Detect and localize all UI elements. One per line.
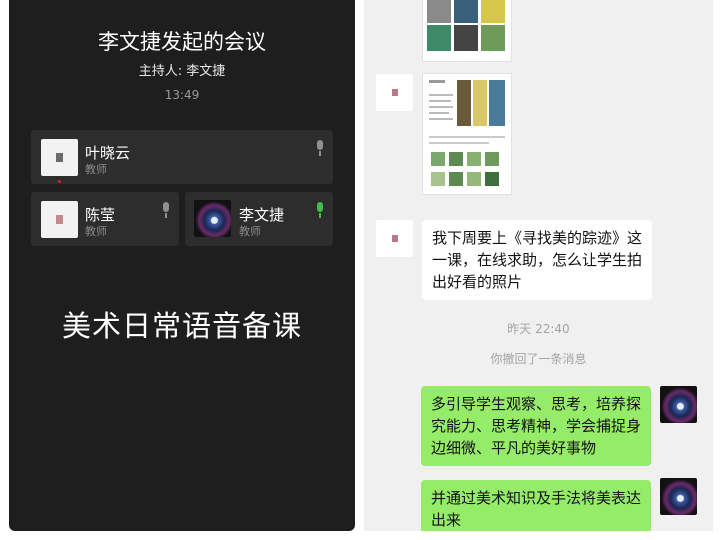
chat-panel: 我下周要上《寻找美的踪迹》这一课，在线求助，怎么让学生拍出好看的照片 昨天 22… <box>364 0 713 531</box>
contact-avatar[interactable] <box>376 220 413 257</box>
participant-card-2[interactable]: 陈莹 教师 <box>31 192 179 246</box>
microphone-icon <box>316 140 324 158</box>
message-bubble[interactable]: 我下周要上《寻找美的踪迹》这一课，在线求助，怎么让学生拍出好看的照片 <box>422 220 652 300</box>
participant-card-1[interactable]: 叶晓云 教师 <box>31 130 333 184</box>
participant-card-3[interactable]: 李文捷 教师 <box>185 192 333 246</box>
meeting-host: 主持人: 李文捷 <box>138 64 226 79</box>
caption-overlay: 美术日常语音备课 <box>61 309 302 343</box>
message-bubble-self[interactable]: 多引导学生观察、思考，培养探究能力、思考精神，学会捕捉身边细微、平凡的美好事物 <box>421 386 651 466</box>
meeting-panel: 李文捷发起的会议 主持人: 李文捷 13:49 叶晓云 教师 陈莹 教师 李文捷… <box>9 0 355 531</box>
participant-role: 教师 <box>85 163 107 176</box>
microphone-icon <box>162 202 170 220</box>
avatar <box>41 139 78 183</box>
my-avatar[interactable] <box>660 478 697 515</box>
participant-role: 教师 <box>85 225 107 238</box>
shared-image[interactable] <box>422 73 512 195</box>
microphone-active-icon <box>316 202 324 220</box>
contact-avatar[interactable] <box>376 74 413 111</box>
participant-name: 陈莹 <box>85 206 116 224</box>
participant-role: 教师 <box>239 225 261 238</box>
shared-image[interactable] <box>422 0 512 62</box>
message-bubble-self[interactable]: 并通过美术知识及手法将美表达出来 <box>421 480 651 531</box>
image-thumbnail <box>427 0 505 51</box>
avatar <box>194 200 231 237</box>
recall-notice: 你撤回了一条消息 <box>490 352 587 366</box>
participant-name: 李文捷 <box>239 206 285 224</box>
participant-name: 叶晓云 <box>85 144 131 162</box>
meeting-time: 13:49 <box>164 88 200 102</box>
chat-timestamp: 昨天 22:40 <box>507 322 570 336</box>
my-avatar[interactable] <box>660 386 697 423</box>
meeting-title: 李文捷发起的会议 <box>98 30 266 54</box>
image-thumbnail <box>429 80 505 186</box>
avatar <box>41 201 78 238</box>
